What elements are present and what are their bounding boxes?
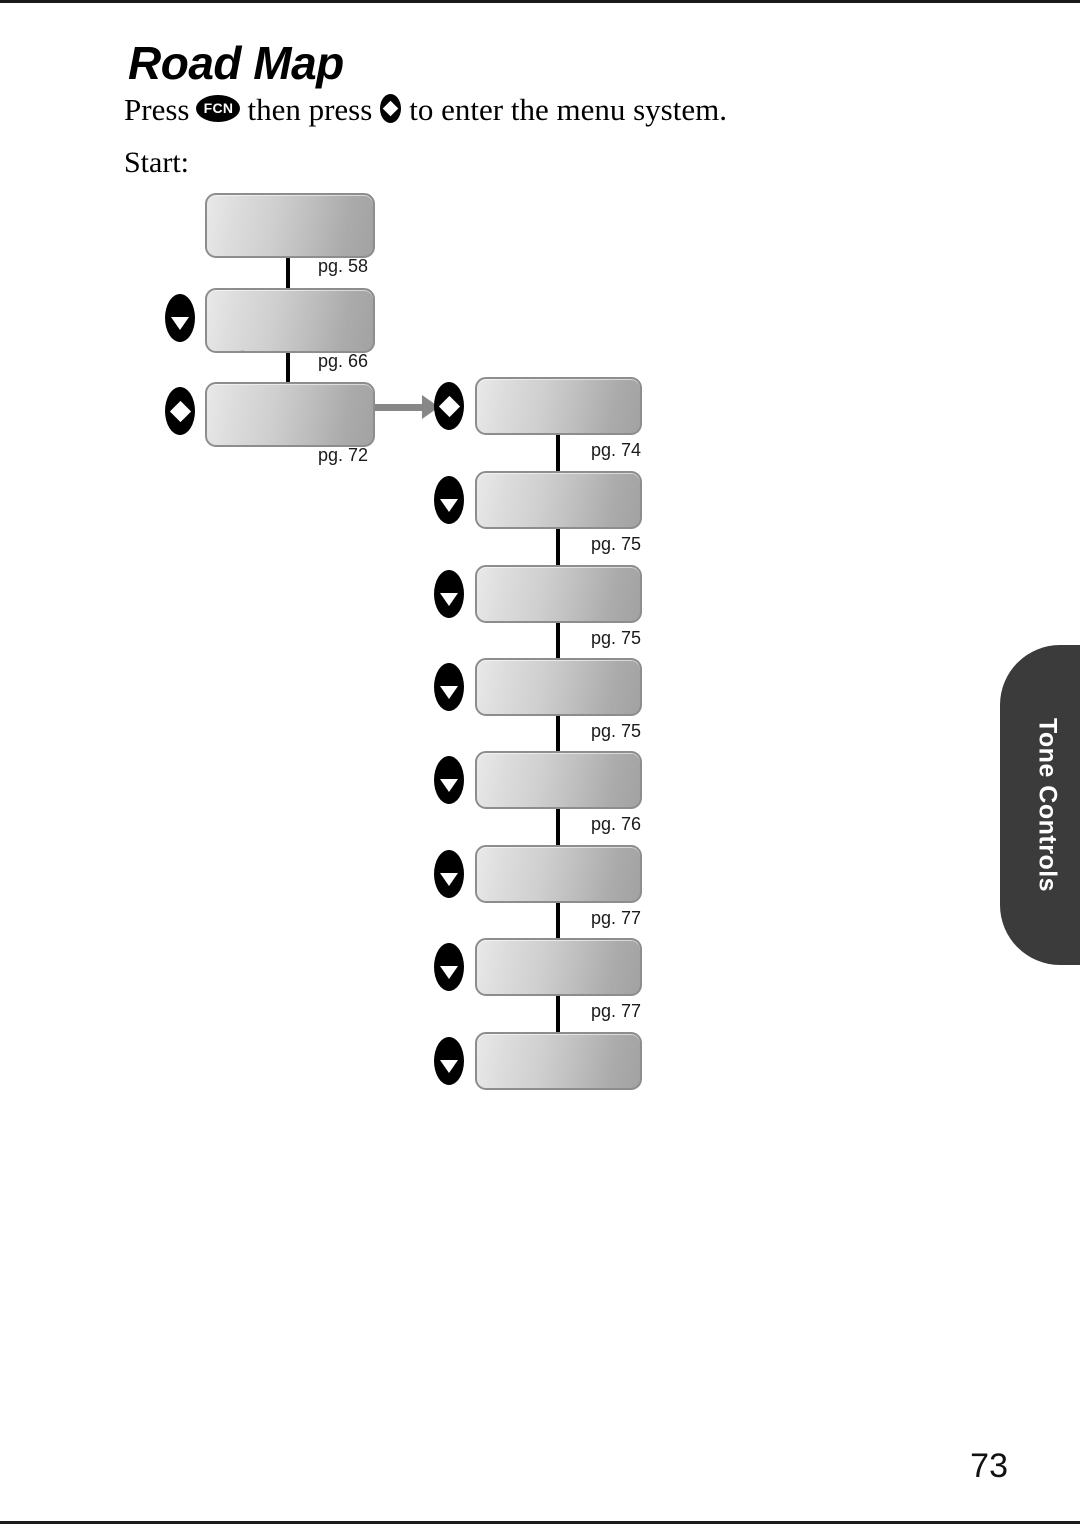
- bell-icon: [626, 847, 640, 901]
- pgref-phone-book: pg. 58: [318, 256, 369, 276]
- menu-box-timers[interactable]: Timers: [205, 288, 375, 353]
- book-icon: [290, 195, 373, 256]
- down-arrow-key-to-main-menu[interactable]: [434, 1037, 464, 1085]
- section-thumb-tab: Tone Controls: [1000, 645, 1080, 965]
- fcn-key-icon: FCN: [196, 94, 241, 122]
- bell-icon: [626, 660, 640, 714]
- instruction-text-3: to enter the menu system.: [409, 92, 727, 127]
- page-number: 73: [970, 1447, 1008, 1485]
- pgref-ringer-style: pg. 75: [591, 628, 642, 648]
- connector-ringer-keypad: [556, 620, 560, 660]
- start-label: Start:: [124, 146, 189, 179]
- connector-timers-tonecontrol: [286, 352, 290, 386]
- section-thumb-tab-label: Tone Controls: [1033, 717, 1062, 893]
- connector-keypad-dtmf: [556, 713, 560, 753]
- pgref-keypad-tones: pg. 75: [591, 721, 642, 741]
- menu-box-line1: Tone: [218, 443, 284, 445]
- pgref-silent-mode: pg. 74: [591, 440, 642, 460]
- pgref-timers: pg. 66: [318, 351, 369, 371]
- diamond-key-icon: [380, 93, 402, 123]
- menu-box-tone-control[interactable]: Tone Control: [205, 382, 375, 447]
- down-arrow-key-timers[interactable]: [165, 294, 195, 342]
- menu-box-phone-book[interactable]: Phone Book: [205, 193, 375, 258]
- bell-icon: [560, 1034, 640, 1088]
- bell-icon: [593, 473, 640, 527]
- menu-box-ringer-style[interactable]: Ringer Style 1: [475, 565, 642, 623]
- connector-ringvib-ringer: [556, 527, 560, 567]
- menu-box-ring-vib-select[interactable]: Ring/Vib Select: [475, 471, 642, 529]
- page-title: Road Map: [128, 37, 344, 89]
- down-arrow-key-service-tones[interactable]: [434, 943, 464, 991]
- down-arrow-key-msg-remind[interactable]: [434, 850, 464, 898]
- bell-icon: [593, 753, 640, 807]
- pgref-ring-vib-select: pg. 75: [591, 534, 642, 554]
- down-arrow-key-dtmf-select[interactable]: [434, 756, 464, 804]
- menu-box-line1: Phone: [218, 254, 301, 256]
- menu-box-dtmf-select[interactable]: DTMF Select: [475, 751, 642, 809]
- connector-msgremind-service: [556, 900, 560, 940]
- menu-box-to-main-menu[interactable]: To Main Menu: [475, 1032, 642, 1090]
- connector-silent-ringvib: [556, 433, 560, 473]
- connector-tonecontrol-silent-shaft: [372, 404, 424, 411]
- pgref-service-tones: pg. 77: [591, 1001, 642, 1021]
- down-arrow-key-ringer-style[interactable]: [434, 570, 464, 618]
- bell-icon: [626, 379, 640, 433]
- connector-service-tomain: [556, 993, 560, 1033]
- instruction-line: Press FCN then press to enter the menu s…: [124, 92, 727, 128]
- menu-box-msg-remind[interactable]: Msg Remind Tones On: [475, 845, 642, 903]
- instruction-text-1: Press: [124, 92, 190, 127]
- menu-box-keypad-tones[interactable]: Keypad Tones On: [475, 658, 642, 716]
- bell-icon: [638, 940, 640, 994]
- pgref-dtmf-select: pg. 76: [591, 814, 642, 834]
- down-arrow-key-keypad-tones[interactable]: [434, 663, 464, 711]
- pgref-tone-control: pg. 72: [318, 445, 369, 465]
- pgref-msg-remind: pg. 77: [591, 908, 642, 928]
- instruction-text-2: then press: [247, 92, 373, 127]
- bell-icon: [340, 384, 373, 445]
- page-top-rule: [0, 0, 1080, 3]
- diamond-key-silent-mode[interactable]: [434, 382, 464, 430]
- connector-dtmf-msgremind: [556, 806, 560, 846]
- bell-icon: [610, 567, 640, 621]
- menu-box-service-tones[interactable]: Service Tones Off: [475, 938, 642, 996]
- diamond-key-tone-control[interactable]: [165, 387, 195, 435]
- manual-page: Road Map Press FCN then press to enter t…: [0, 0, 1080, 1524]
- down-arrow-key-ring-vib[interactable]: [434, 476, 464, 524]
- clock-icon: [224, 290, 373, 351]
- menu-box-silent-mode[interactable]: Silent Mode Off: [475, 377, 642, 435]
